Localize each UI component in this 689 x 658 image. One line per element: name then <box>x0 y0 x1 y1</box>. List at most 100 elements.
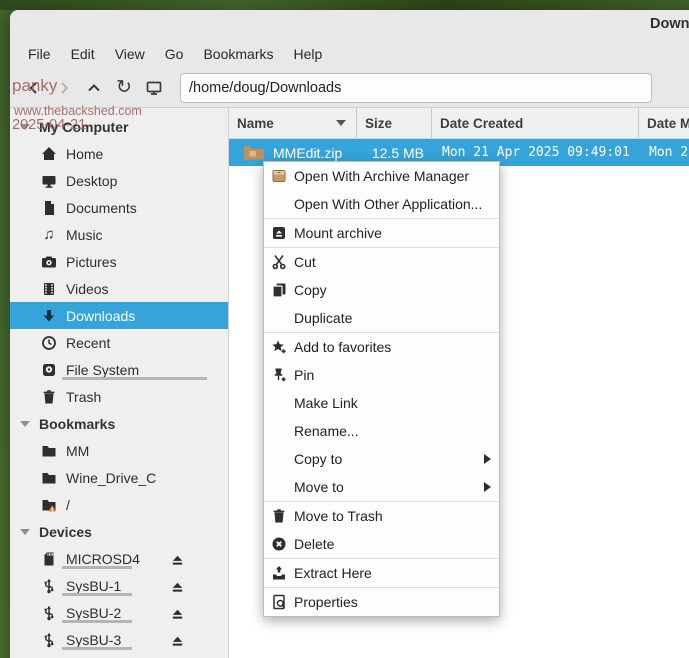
folder-icon <box>40 443 58 459</box>
menu-go[interactable]: Go <box>155 43 194 65</box>
sidebar-item-label: Home <box>66 146 103 162</box>
sidebar-item-sysbu-1[interactable]: SysBU-1 <box>10 572 228 599</box>
scissors-icon <box>270 254 288 270</box>
sidebar-item-label: Trash <box>66 389 101 405</box>
window-title: Downloads <box>650 16 689 32</box>
menu-bookmarks[interactable]: Bookmarks <box>193 43 283 65</box>
sidebar-item-file-system[interactable]: File System <box>10 356 228 383</box>
menu-edit[interactable]: Edit <box>61 43 105 65</box>
back-button[interactable] <box>20 74 48 102</box>
menu-item-make-link[interactable]: Make Link <box>264 389 499 417</box>
sidebar-item-recent[interactable]: Recent <box>10 329 228 356</box>
disk-usage-bar <box>62 620 132 623</box>
pin-plus-icon <box>270 367 288 383</box>
menu-help[interactable]: Help <box>284 43 333 65</box>
path-input[interactable] <box>180 73 652 103</box>
sidebar-section-bookmarks[interactable]: Bookmarks <box>10 410 228 437</box>
menu-item-pin[interactable]: Pin <box>264 361 499 389</box>
sidebar-item-label: MM <box>66 443 89 459</box>
archive-icon <box>270 168 288 184</box>
sidebar-item-sysbu-3[interactable]: SysBU-3 <box>10 626 228 653</box>
sidebar-item-microsd4[interactable]: MICROSD4 <box>10 545 228 572</box>
sidebar-item-home[interactable]: Home <box>10 140 228 167</box>
document-icon <box>40 200 58 216</box>
zip-archive-icon <box>243 145 265 161</box>
menu-item-copy[interactable]: Copy <box>264 276 499 304</box>
toggle-location-button[interactable] <box>140 74 168 102</box>
sidebar-item-label: MICROSD4 <box>66 551 140 567</box>
music-note-icon: ♫ <box>40 227 58 243</box>
file-date-modified: Mon 2 <box>639 145 688 160</box>
column-header-name[interactable]: Name <box>229 108 357 138</box>
section-label: My Computer <box>39 119 128 135</box>
sidebar-item-sysbu-2[interactable]: SysBU-2 <box>10 599 228 626</box>
sidebar-item-label: Videos <box>66 281 109 297</box>
download-arrow-icon <box>40 308 58 324</box>
eject-button[interactable] <box>168 577 186 595</box>
refresh-button[interactable]: ↻ <box>110 74 138 102</box>
sidebar-item-desktop[interactable]: Desktop <box>10 167 228 194</box>
refresh-icon: ↻ <box>116 78 132 97</box>
sidebar-item-root[interactable]: / <box>10 491 228 518</box>
list-header: Name Size Date Created Date M <box>229 108 689 139</box>
submenu-arrow-icon <box>484 482 491 492</box>
desktop-icon <box>40 173 58 189</box>
submenu-arrow-icon <box>484 454 491 464</box>
menu-item-duplicate[interactable]: Duplicate <box>264 304 499 332</box>
usb-icon <box>40 605 58 621</box>
chevron-left-icon <box>26 80 42 96</box>
sidebar-item-partial-device[interactable] <box>10 653 228 658</box>
trash-icon <box>270 508 288 524</box>
sidebar-item-label: SysBU-1 <box>66 578 121 594</box>
menu-item-delete[interactable]: Delete <box>264 530 499 558</box>
star-plus-icon <box>270 339 288 355</box>
chevron-up-icon <box>86 80 102 96</box>
disk-usage-bar <box>62 593 132 596</box>
titlebar[interactable]: Downloads <box>10 10 689 40</box>
menu-item-cut[interactable]: Cut <box>264 248 499 276</box>
collapse-triangle-icon <box>20 124 30 130</box>
sidebar-item-pictures[interactable]: Pictures <box>10 248 228 275</box>
sidebar-item-videos[interactable]: Videos <box>10 275 228 302</box>
menu-item-mount-archive[interactable]: Mount archive <box>264 219 499 247</box>
sidebar-section-my-computer[interactable]: My Computer <box>10 113 228 140</box>
sidebar-item-documents[interactable]: Documents <box>10 194 228 221</box>
context-menu: Open With Archive Manager Open With Othe… <box>263 161 500 617</box>
column-header-date-created[interactable]: Date Created <box>432 108 639 138</box>
menu-item-rename[interactable]: Rename... <box>264 417 499 445</box>
trash-icon <box>40 389 58 405</box>
film-icon <box>40 281 58 297</box>
sidebar-item-label: Wine_Drive_C <box>66 470 156 486</box>
sidebar-section-devices[interactable]: Devices <box>10 518 228 545</box>
monitor-icon <box>146 80 162 96</box>
menu-file[interactable]: File <box>18 43 61 65</box>
collapse-triangle-icon <box>20 421 30 427</box>
sidebar-item-trash[interactable]: Trash <box>10 383 228 410</box>
sidebar-item-label: Music <box>66 227 103 243</box>
menu-item-move-to[interactable]: Move to <box>264 473 499 501</box>
menu-item-properties[interactable]: Properties <box>264 588 499 616</box>
eject-button[interactable] <box>168 550 186 568</box>
menu-item-open-with-archive-manager[interactable]: Open With Archive Manager <box>264 162 499 190</box>
menu-view[interactable]: View <box>105 43 155 65</box>
sort-descending-icon <box>336 120 346 126</box>
sidebar-item-mm[interactable]: MM <box>10 437 228 464</box>
menu-item-add-to-favorites[interactable]: Add to favorites <box>264 333 499 361</box>
forward-button[interactable] <box>50 74 78 102</box>
section-label: Bookmarks <box>39 416 115 432</box>
disk-icon <box>40 362 58 378</box>
column-header-date-modified[interactable]: Date M <box>639 108 689 138</box>
toolbar: ↻ <box>10 68 689 108</box>
sidebar-item-wine-drive-c[interactable]: Wine_Drive_C <box>10 464 228 491</box>
menu-item-open-with-other-application[interactable]: Open With Other Application... <box>264 190 499 218</box>
up-button[interactable] <box>80 74 108 102</box>
sidebar-item-downloads[interactable]: Downloads <box>10 302 228 329</box>
eject-icon <box>170 579 185 594</box>
eject-button[interactable] <box>168 604 186 622</box>
menu-item-extract-here[interactable]: Extract Here <box>264 559 499 587</box>
eject-button[interactable] <box>168 631 186 649</box>
menu-item-copy-to[interactable]: Copy to <box>264 445 499 473</box>
sidebar-item-music[interactable]: ♫ Music <box>10 221 228 248</box>
menu-item-move-to-trash[interactable]: Move to Trash <box>264 502 499 530</box>
column-header-size[interactable]: Size <box>357 108 432 138</box>
